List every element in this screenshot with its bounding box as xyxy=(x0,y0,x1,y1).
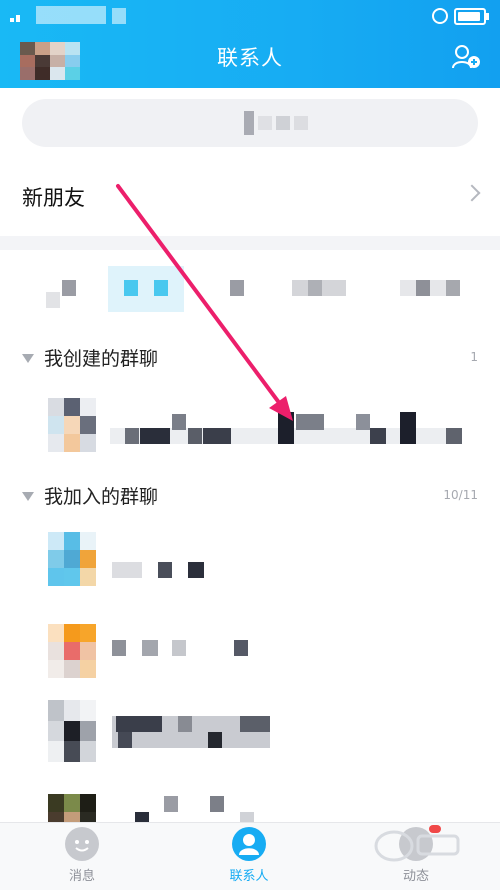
group-avatar xyxy=(48,532,96,586)
page-title: 联系人 xyxy=(217,46,283,70)
section-divider xyxy=(0,236,500,250)
group-list-item[interactable] xyxy=(0,392,500,462)
contacts-icon xyxy=(232,827,266,861)
group-avatar xyxy=(48,700,96,762)
group-list-item[interactable] xyxy=(0,616,500,686)
group-list-item[interactable] xyxy=(0,700,500,770)
watermark-logo xyxy=(374,830,460,862)
add-user-icon xyxy=(452,45,480,69)
search-placeholder-redacted xyxy=(244,111,316,135)
chevron-right-icon xyxy=(463,184,481,202)
new-friends-item[interactable]: 新朋友 xyxy=(0,168,500,226)
contact-category-tabs[interactable] xyxy=(0,262,500,322)
status-bar xyxy=(0,0,500,32)
carrier-redacted xyxy=(36,6,106,24)
tab-label: 联系人 xyxy=(229,869,269,884)
joined-groups-header[interactable]: 我加入的群聊 10/11 xyxy=(0,476,500,514)
section-count: 10/11 xyxy=(443,488,478,502)
network-redacted xyxy=(112,8,126,24)
collapse-triangle-icon xyxy=(22,354,34,363)
group-avatar xyxy=(48,398,96,452)
group-avatar xyxy=(48,624,96,678)
section-count: 1 xyxy=(470,350,478,364)
signal-icon xyxy=(10,12,30,22)
section-label: 我创建的群聊 xyxy=(44,348,159,370)
orientation-lock-icon xyxy=(432,8,448,24)
app-header: 联系人 xyxy=(0,0,500,88)
tab-label: 动态 xyxy=(402,869,429,884)
tab-contacts[interactable]: 联系人 xyxy=(199,827,299,887)
tab-label: 消息 xyxy=(68,869,95,884)
group-list-item[interactable] xyxy=(0,530,500,600)
collapse-triangle-icon xyxy=(22,492,34,501)
search-input[interactable] xyxy=(22,99,478,147)
messages-icon xyxy=(65,827,99,861)
new-friends-label: 新朋友 xyxy=(22,186,85,210)
created-groups-header[interactable]: 我创建的群聊 1 xyxy=(0,338,500,376)
section-label: 我加入的群聊 xyxy=(44,486,159,508)
battery-icon xyxy=(454,8,489,25)
tab-messages[interactable]: 消息 xyxy=(32,827,132,887)
add-contact-button[interactable] xyxy=(452,44,482,70)
